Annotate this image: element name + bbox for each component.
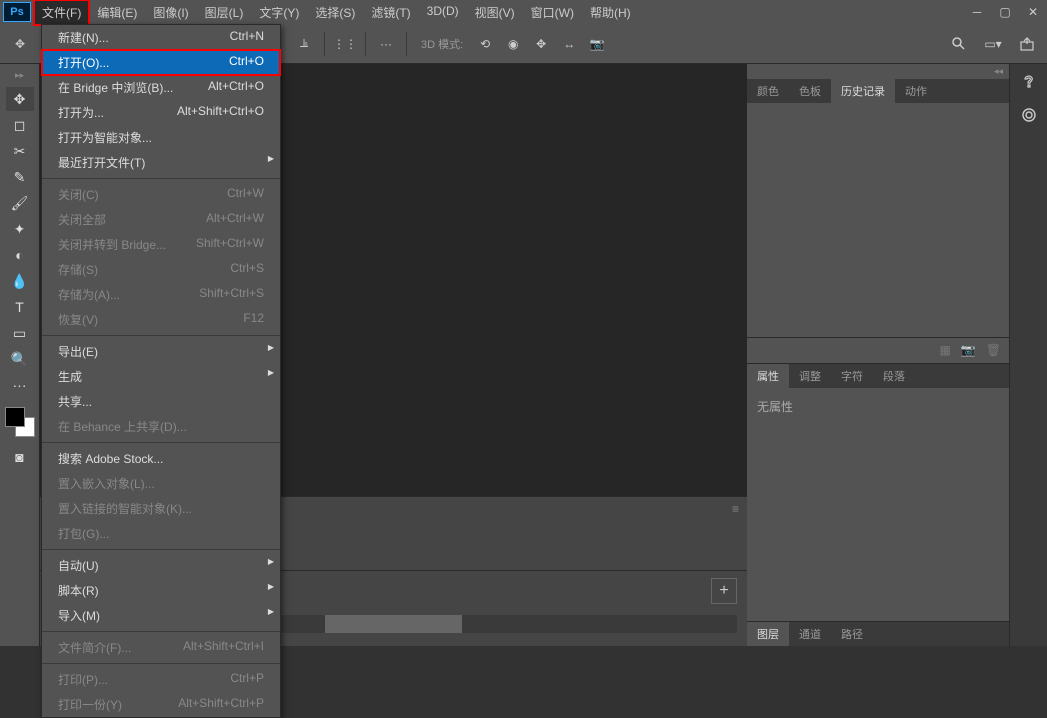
- tab-character[interactable]: 字符: [831, 364, 873, 388]
- file-menu-item-4[interactable]: 打开为智能对象...: [42, 125, 280, 150]
- properties-panel-body: 无属性: [747, 388, 1009, 623]
- tab-actions[interactable]: 动作: [895, 79, 937, 103]
- 3d-pan-icon[interactable]: ✥: [529, 32, 553, 56]
- menu-help[interactable]: 帮助(H): [582, 0, 639, 25]
- trash-icon[interactable]: 🗑: [986, 343, 1001, 357]
- menubar: 文件(F) 编辑(E) 图像(I) 图层(L) 文字(Y) 选择(S) 滤镜(T…: [34, 0, 963, 25]
- tab-color[interactable]: 颜色: [747, 79, 789, 103]
- close-button[interactable]: ✕: [1019, 0, 1047, 24]
- tab-channels[interactable]: 通道: [789, 622, 831, 646]
- file-menu-item-31: 打印一份(Y)Alt+Shift+Ctrl+P: [42, 692, 280, 717]
- panel-menu-icon[interactable]: ≡: [732, 502, 739, 516]
- menu-select[interactable]: 选择(S): [307, 0, 363, 25]
- search-icon[interactable]: [947, 32, 971, 56]
- foreground-background-colors[interactable]: [5, 407, 35, 437]
- 3d-orbit-icon[interactable]: ⟲: [473, 32, 497, 56]
- zoom-tool[interactable]: 🔍: [6, 347, 34, 371]
- file-menu-item-26[interactable]: 导入(M): [42, 603, 280, 628]
- file-menu-item-19[interactable]: 搜索 Adobe Stock...: [42, 446, 280, 471]
- expand-icon[interactable]: ◂◂: [747, 64, 1009, 79]
- add-track-button[interactable]: +: [711, 578, 737, 604]
- menu-type[interactable]: 文字(Y): [251, 0, 307, 25]
- file-menu-item-17: 在 Behance 上共享(D)...: [42, 414, 280, 439]
- more-tools[interactable]: ···: [6, 373, 34, 397]
- move-tool[interactable]: ✥: [6, 87, 34, 111]
- tab-swatches[interactable]: 色板: [789, 79, 831, 103]
- panel-row1-tabs: 颜色 色板 历史记录 动作: [747, 79, 1009, 103]
- file-menu-item-10: 存储(S)Ctrl+S: [42, 257, 280, 282]
- 3d-roll-icon[interactable]: ◉: [501, 32, 525, 56]
- blur-tool[interactable]: 💧: [6, 269, 34, 293]
- new-doc-icon[interactable]: ▦: [939, 343, 950, 357]
- more-icon[interactable]: ···: [374, 32, 398, 56]
- panel-row2-tabs: 属性 调整 字符 段落: [747, 364, 1009, 388]
- tab-layers[interactable]: 图层: [747, 622, 789, 646]
- tab-history[interactable]: 历史记录: [831, 79, 895, 103]
- file-menu-item-25[interactable]: 脚本(R): [42, 578, 280, 603]
- file-menu-dropdown: 新建(N)...Ctrl+N打开(O)...Ctrl+O在 Bridge 中浏览…: [41, 24, 281, 718]
- tab-paths[interactable]: 路径: [831, 622, 873, 646]
- tab-paragraph[interactable]: 段落: [873, 364, 915, 388]
- file-menu-item-30: 打印(P)...Ctrl+P: [42, 667, 280, 692]
- shape-tool[interactable]: ▭: [6, 321, 34, 345]
- menu-file[interactable]: 文件(F): [34, 0, 89, 25]
- learn-icon[interactable]: [1020, 74, 1038, 92]
- collapse-icon[interactable]: ▸▸: [15, 70, 24, 81]
- 3d-mode-label: 3D 模式:: [415, 36, 469, 52]
- gradient-tool[interactable]: ◐: [6, 243, 34, 267]
- workspace-icon[interactable]: ▭▾: [981, 32, 1005, 56]
- menu-filter[interactable]: 滤镜(T): [363, 0, 418, 25]
- toolbox: ▸▸ ✥ ◻ ✂ ✎ 🖌 ✦ ◐ 💧 T ▭ 🔍 ··· ◙: [0, 64, 40, 646]
- menu-edit[interactable]: 编辑(E): [89, 0, 145, 25]
- app-logo: Ps: [3, 2, 31, 22]
- brush-tool[interactable]: 🖌: [6, 191, 34, 215]
- quickmask-tool[interactable]: ◙: [6, 445, 34, 469]
- minimize-button[interactable]: ─: [963, 0, 991, 24]
- file-menu-item-21: 置入链接的智能对象(K)...: [42, 496, 280, 521]
- tab-properties[interactable]: 属性: [747, 364, 789, 388]
- align-bottom-icon[interactable]: ⫡: [292, 32, 316, 56]
- file-menu-item-16[interactable]: 共享...: [42, 389, 280, 414]
- eyedropper-tool[interactable]: ✎: [6, 165, 34, 189]
- distribute-icon[interactable]: ⋮⋮: [333, 32, 357, 56]
- camera-icon[interactable]: 📷: [961, 343, 976, 357]
- file-menu-item-2[interactable]: 在 Bridge 中浏览(B)...Alt+Ctrl+O: [42, 75, 280, 100]
- file-menu-item-15[interactable]: 生成: [42, 364, 280, 389]
- tab-adjustments[interactable]: 调整: [789, 364, 831, 388]
- file-menu-item-11: 存储为(A)...Shift+Ctrl+S: [42, 282, 280, 307]
- file-menu-item-1[interactable]: 打开(O)...Ctrl+O: [42, 50, 280, 75]
- panel-row3-tabs: 图层 通道 路径: [747, 622, 1009, 646]
- file-menu-item-5[interactable]: 最近打开文件(T): [42, 150, 280, 175]
- file-menu-item-12: 恢复(V)F12: [42, 307, 280, 332]
- no-properties-label: 无属性: [747, 388, 1009, 425]
- move-tool-icon[interactable]: ✥: [8, 32, 32, 56]
- 3d-zoom-icon[interactable]: 📷: [585, 32, 609, 56]
- file-menu-item-24[interactable]: 自动(U): [42, 553, 280, 578]
- menu-window[interactable]: 窗口(W): [523, 0, 582, 25]
- menu-view[interactable]: 视图(V): [467, 0, 523, 25]
- menu-image[interactable]: 图像(I): [145, 0, 196, 25]
- history-panel-body: [747, 103, 1009, 338]
- file-menu-item-20: 置入嵌入对象(L)...: [42, 471, 280, 496]
- 3d-slide-icon[interactable]: ↔: [557, 32, 581, 56]
- file-menu-item-0[interactable]: 新建(N)...Ctrl+N: [42, 25, 280, 50]
- file-menu-item-14[interactable]: 导出(E): [42, 339, 280, 364]
- file-menu-item-9: 关闭并转到 Bridge...Shift+Ctrl+W: [42, 232, 280, 257]
- maximize-button[interactable]: ▢: [991, 0, 1019, 24]
- file-menu-item-28: 文件简介(F)...Alt+Shift+Ctrl+I: [42, 635, 280, 660]
- menu-layer[interactable]: 图层(L): [197, 0, 252, 25]
- type-tool[interactable]: T: [6, 295, 34, 319]
- marquee-tool[interactable]: ◻: [6, 113, 34, 137]
- file-menu-item-7: 关闭(C)Ctrl+W: [42, 182, 280, 207]
- file-menu-item-8: 关闭全部Alt+Ctrl+W: [42, 207, 280, 232]
- file-menu-item-3[interactable]: 打开为...Alt+Shift+Ctrl+O: [42, 100, 280, 125]
- healing-tool[interactable]: ✦: [6, 217, 34, 241]
- cc-libraries-icon[interactable]: [1020, 106, 1038, 124]
- menu-3d[interactable]: 3D(D): [419, 0, 467, 25]
- file-menu-item-22: 打包(G)...: [42, 521, 280, 546]
- crop-tool[interactable]: ✂: [6, 139, 34, 163]
- share-icon[interactable]: [1015, 32, 1039, 56]
